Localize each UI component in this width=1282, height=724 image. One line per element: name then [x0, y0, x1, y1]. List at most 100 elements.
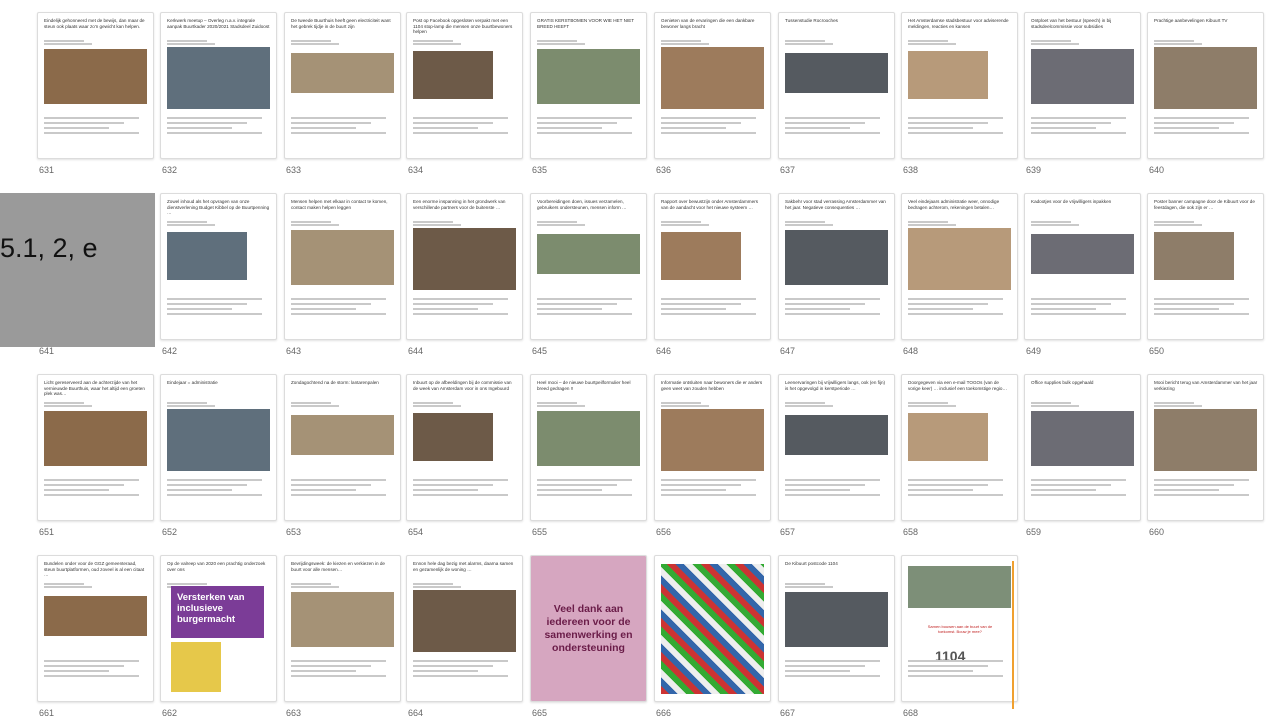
text-line: [1031, 494, 1126, 496]
photo: [413, 413, 493, 461]
text-line: [537, 489, 602, 491]
text-line: [1154, 313, 1249, 315]
text-line: [908, 298, 1003, 300]
page-preview[interactable]: De Kibuurt postcode 1104: [778, 555, 895, 702]
photo: [167, 232, 247, 280]
text-line: [413, 298, 508, 300]
page-preview[interactable]: Licht gereserveerd aan de achterzijde va…: [37, 374, 154, 521]
page-preview[interactable]: Tussenstudie Rocrooches: [778, 12, 895, 159]
page-preview[interactable]: Rapport over bewustzijn onder Amsterdamm…: [654, 193, 771, 340]
page-title: De Kibuurt postcode 1104: [785, 561, 838, 566]
text-line: [167, 583, 207, 585]
page-preview[interactable]: Kadootjes voor de vrijwilligers inpakken: [1024, 193, 1141, 340]
text-line: [167, 313, 262, 315]
page-preview[interactable]: Ontploet van het bestuur (speech) in bij…: [1024, 12, 1141, 159]
text-line: [1154, 122, 1234, 124]
page-preview[interactable]: Poster banner campagne door de Kibuurt v…: [1147, 193, 1264, 340]
page-preview[interactable]: [654, 555, 771, 702]
page-number: 645: [532, 346, 548, 356]
photo: [785, 230, 888, 285]
text-line: [167, 479, 262, 481]
page-preview[interactable]: Kerkwerk meetup – Overleg n.a.v. integra…: [160, 12, 277, 159]
text-line: [413, 117, 508, 119]
photo: [291, 53, 394, 93]
page-preview[interactable]: Genieten van de ervaringen die een dankb…: [654, 12, 771, 159]
page-preview[interactable]: Zowel inhoud als het opvragen van onze d…: [160, 193, 277, 340]
page-preview[interactable]: Veel dank aan iedereen voor de samenwerk…: [530, 555, 647, 702]
page-title: Mensen helpen met elkaar in contact te k…: [291, 199, 388, 210]
page-title: Licht gereserveerd aan de achterzijde va…: [44, 380, 145, 397]
text-line: [661, 489, 726, 491]
page-preview[interactable]: Bundelen onder voor de GGZ gemeenteraad,…: [37, 555, 154, 702]
text-line: [413, 132, 508, 134]
page-preview[interactable]: GRATIS KERSTBOMEN VOOR WIE HET NIET BREE…: [530, 12, 647, 159]
page-number: 666: [656, 708, 672, 718]
page-preview[interactable]: Bevrijdingsweek: de kiezen en verkiezen …: [284, 555, 401, 702]
page-preview[interactable]: Een enorme inspanning in het grondwerk v…: [406, 193, 523, 340]
page-preview[interactable]: Veel eindejaars administratie weer, onno…: [901, 193, 1018, 340]
text-line: [1154, 479, 1249, 481]
page-preview[interactable]: Informatie ontsluiten naar bewoners die …: [654, 374, 771, 521]
page-preview[interactable]: Het Amsterdamse stadsbestuur voor advise…: [901, 12, 1018, 159]
text-line: [291, 224, 339, 226]
text-line: [413, 313, 508, 315]
page-preview[interactable]: Heel mooi – de nieuwe buurtpeilformulier…: [530, 374, 647, 521]
text-line: [291, 583, 331, 585]
page-title: Eindejaar = administratie: [167, 380, 218, 385]
text-line: [413, 224, 461, 226]
text-line: [537, 117, 632, 119]
text-line: [785, 670, 850, 672]
page-preview[interactable]: Eindelijk gehonneerd met de bewijs, dan …: [37, 12, 154, 159]
page-preview[interactable]: Post op Facebook opgesloten verpakt met …: [406, 12, 523, 159]
text-line: [661, 308, 726, 310]
text-line: [661, 313, 756, 315]
text-line: [537, 494, 632, 496]
page-preview[interactable]: Samen bouwen aan de buurt van de toekoms…: [901, 555, 1018, 702]
text-line: [785, 660, 880, 662]
photo: [661, 47, 764, 109]
text-line: [291, 117, 386, 119]
page-number: 665: [532, 708, 548, 718]
text-line: [167, 303, 247, 305]
text-line: [537, 122, 617, 124]
photo: [1154, 409, 1257, 471]
text-line: [908, 224, 956, 226]
page-preview[interactable]: Mooi bericht terug van Amsterdammer van …: [1147, 374, 1264, 521]
page-number: 658: [903, 527, 919, 537]
text-line: [785, 675, 880, 677]
text-line: [44, 660, 139, 662]
photo: [1031, 411, 1134, 466]
photo: [661, 232, 741, 280]
page-preview[interactable]: Mensen helpen met elkaar in contact te k…: [284, 193, 401, 340]
page-number: 648: [903, 346, 919, 356]
page-title: Veel eindejaars administratie weer, onno…: [908, 199, 1000, 210]
page-number: 668: [903, 708, 919, 718]
page-title: Kerkwerk meetup – Overleg n.a.v. integra…: [167, 18, 270, 29]
text-line: [537, 298, 632, 300]
text-line: [1031, 224, 1079, 226]
page-preview[interactable]: De tweede Buurthuis heeft geen electrici…: [284, 12, 401, 159]
text-line: [537, 308, 602, 310]
page-preview[interactable]: Inbuurt op de afbeeldingen bij de commis…: [406, 374, 523, 521]
text-line: [785, 402, 825, 404]
text-line: [167, 40, 207, 42]
text-line: [167, 43, 215, 45]
page-preview[interactable]: Op de valreep van 2020 een prachtig onde…: [160, 555, 277, 702]
text-line: [44, 405, 92, 407]
page-preview[interactable]: Ennon hele dag bezig met alarms, daarna …: [406, 555, 523, 702]
text-line: [291, 405, 339, 407]
page-preview[interactable]: Office supplies bulk opgehaald: [1024, 374, 1141, 521]
text-line: [785, 586, 833, 588]
page-preview[interactable]: Voorbereidingen doen, issues verzamelen,…: [530, 193, 647, 340]
overlay-text: 5.1, 2, e: [0, 233, 98, 263]
page-preview[interactable]: Doorgegeven via een e-mail TOGOs (van de…: [901, 374, 1018, 521]
text-line: [413, 586, 461, 588]
page-preview[interactable]: Prachtige aanbevelingen Kibuurt TV: [1147, 12, 1264, 159]
text-line: [908, 117, 1003, 119]
text-line: [167, 224, 215, 226]
page-preview[interactable]: Leenervaringen bij vrijwilligers langs, …: [778, 374, 895, 521]
page-number: 637: [780, 165, 796, 175]
page-preview[interactable]: Zondagochtend na de storm: lantarenpalen: [284, 374, 401, 521]
page-preview[interactable]: Eindejaar = administratie: [160, 374, 277, 521]
page-preview[interactable]: Sakbehr voor stad verrassing Amsterdamme…: [778, 193, 895, 340]
